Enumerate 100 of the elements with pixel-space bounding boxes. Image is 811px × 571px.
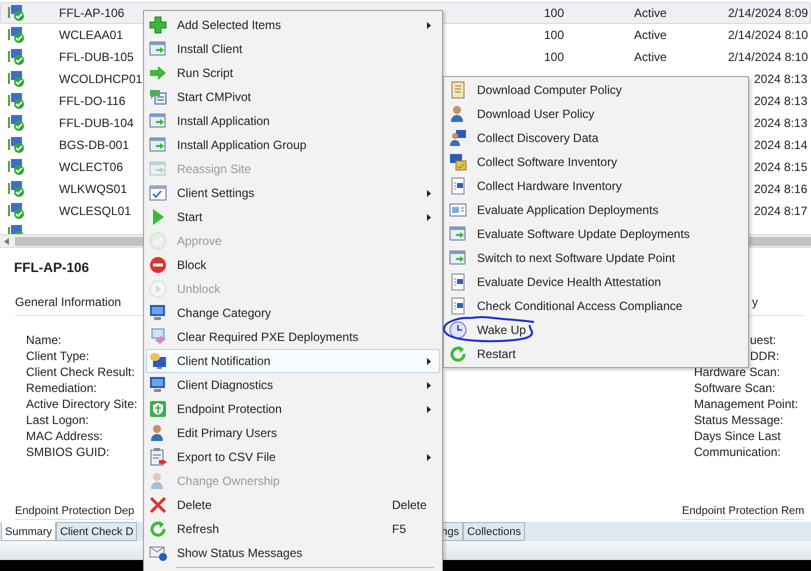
tab[interactable]: Client Check D xyxy=(56,522,138,541)
menu-item[interactable]: Restart xyxy=(446,342,746,366)
menu-item[interactable]: Check Conditional Access Compliance xyxy=(446,294,746,318)
section-heading: y xyxy=(752,295,758,309)
field-label: Last Logon: xyxy=(26,412,89,428)
table-cell: 2024 8:16 xyxy=(754,182,808,196)
computer-check-icon xyxy=(8,26,26,44)
menu-item[interactable]: Wake Up xyxy=(446,318,746,342)
eraser-icon xyxy=(149,328,167,346)
table-cell: 2024 8:17 xyxy=(754,204,808,218)
field-label: Status Message: xyxy=(694,412,784,428)
section-heading: General Information xyxy=(15,295,122,309)
shield-icon xyxy=(149,400,167,418)
tab[interactable]: Collections xyxy=(463,522,525,541)
window-icon xyxy=(449,225,467,243)
scroll-icon xyxy=(449,81,467,99)
computer-check-icon xyxy=(8,114,26,132)
field-label: Client Type: xyxy=(26,348,90,364)
field-label: MAC Address: xyxy=(26,428,103,444)
refresh-icon xyxy=(149,520,167,538)
field-label: Communication: xyxy=(694,444,781,460)
menu-item[interactable]: Clear Required PXE Deployments xyxy=(146,325,440,349)
table-cell: WCLESQL01 xyxy=(59,204,132,218)
menu-item[interactable]: Start CMPivot xyxy=(146,85,440,109)
field-label: uest: xyxy=(749,332,776,348)
computer-check-icon xyxy=(8,180,26,198)
table-cell: WCLECT06 xyxy=(59,160,124,174)
field-label: Days Since Last xyxy=(694,428,781,444)
menu-item[interactable]: Collect Software Inventory xyxy=(446,150,746,174)
field-label: Hardware Scan: xyxy=(694,364,780,380)
field-label: SMBIOS GUID: xyxy=(26,444,110,460)
field-label: Software Scan: xyxy=(694,380,776,396)
arrow-icon xyxy=(149,64,167,82)
monitor-icon xyxy=(149,376,167,394)
table-cell: 2/14/2024 8:10 xyxy=(728,28,808,42)
table-cell: BGS-DB-001 xyxy=(59,138,130,152)
menu-item[interactable]: Export to CSV File xyxy=(146,445,440,469)
menu-item[interactable]: Client Notification xyxy=(146,349,440,373)
menu-item[interactable]: Add Selected Items xyxy=(146,13,440,37)
menu-item[interactable]: Collect Hardware Inventory xyxy=(446,174,746,198)
document-icon xyxy=(449,297,467,315)
submenu-arrow-icon xyxy=(427,454,431,460)
menu-item[interactable]: Client Diagnostics xyxy=(146,373,440,397)
envelope-icon xyxy=(149,544,167,562)
table-cell: 100 xyxy=(544,6,564,20)
section-heading: Endpoint Protection Rem xyxy=(682,505,804,520)
table-cell: 2024 8:15 xyxy=(754,160,808,174)
menu-item[interactable]: Install Application xyxy=(146,109,440,133)
table-cell: WCOLDHCP01 xyxy=(59,72,142,86)
field-label: Management Point: xyxy=(694,396,798,412)
table-cell: FFL-DUB-105 xyxy=(59,50,134,64)
menu-item[interactable]: Refresh F5 xyxy=(146,517,440,541)
menu-item[interactable]: Install Client xyxy=(146,37,440,61)
table-cell: 2024 8:13 xyxy=(754,72,808,86)
tab[interactable]: Summary xyxy=(1,522,56,541)
play-circle-icon xyxy=(149,280,167,298)
menu-item[interactable]: Edit Primary Users xyxy=(146,421,440,445)
menu-item[interactable]: Show Status Messages xyxy=(146,541,440,565)
submenu-arrow-icon xyxy=(427,214,431,220)
table-cell: 2024 8:13 xyxy=(754,116,808,130)
menu-item[interactable]: Evaluate Device Health Attestation xyxy=(446,270,746,294)
details-title: FFL-AP-106 xyxy=(14,260,90,275)
table-cell: Active xyxy=(634,28,667,42)
table-cell: FFL-DUB-104 xyxy=(59,116,134,130)
chat-window-icon xyxy=(149,88,167,106)
submenu-arrow-icon xyxy=(427,190,431,196)
computer-check-icon xyxy=(8,70,26,88)
menu-item[interactable]: Evaluate Application Deployments xyxy=(446,198,746,222)
menu-item[interactable]: Start xyxy=(146,205,440,229)
menu-item[interactable]: Run Script xyxy=(146,61,440,85)
clock-icon xyxy=(449,321,467,339)
monitor-chart-icon xyxy=(449,153,467,171)
menu-item[interactable]: Download Computer Policy xyxy=(446,78,746,102)
field-label: Remediation: xyxy=(26,380,97,396)
menu-item[interactable]: Delete Delete xyxy=(146,493,440,517)
menu-item[interactable]: Change Category xyxy=(146,301,440,325)
menu-item[interactable]: Install Application Group xyxy=(146,133,440,157)
window-icon xyxy=(149,40,167,58)
computer-check-icon xyxy=(8,202,26,220)
x-mark-icon xyxy=(149,496,167,514)
left-arrow-icon[interactable] xyxy=(4,238,9,244)
checkbox-window-icon xyxy=(149,184,167,202)
menu-item[interactable]: Evaluate Software Update Deployments xyxy=(446,222,746,246)
table-cell: FFL-DO-116 xyxy=(59,94,126,108)
refresh-icon xyxy=(449,345,467,363)
menu-item[interactable]: Collect Discovery Data xyxy=(446,126,746,150)
computer-check-icon xyxy=(8,136,26,154)
field-label: Name: xyxy=(26,332,62,348)
table-cell: 2/14/2024 8:10 xyxy=(728,50,808,64)
menu-item[interactable]: Block xyxy=(146,253,440,277)
submenu-arrow-icon xyxy=(427,406,431,412)
window-icon xyxy=(449,201,467,219)
clipboard-icon xyxy=(149,448,167,466)
computer-check-icon xyxy=(8,4,26,22)
window-icon xyxy=(149,112,167,130)
menu-item[interactable]: Endpoint Protection xyxy=(146,397,440,421)
table-cell: WCLEAA01 xyxy=(59,28,124,42)
menu-item[interactable]: Download User Policy xyxy=(446,102,746,126)
menu-item[interactable]: Client Settings xyxy=(146,181,440,205)
menu-item[interactable]: Switch to next Software Update Point xyxy=(446,246,746,270)
